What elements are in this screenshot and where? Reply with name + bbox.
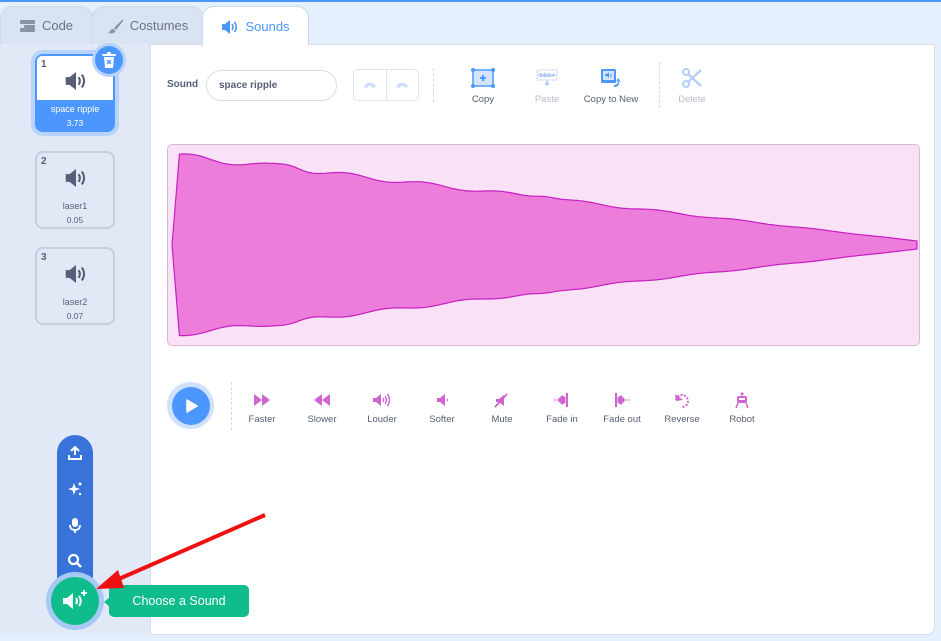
faster-icon	[254, 394, 270, 406]
copy-to-new-label: Copy to New	[583, 94, 639, 105]
waveform-display[interactable]	[167, 144, 920, 346]
toolbar-divider	[659, 62, 660, 108]
paste-icon	[536, 69, 558, 87]
louder-icon	[373, 393, 391, 407]
trash-icon	[102, 52, 116, 68]
tab-code-label: Code	[41, 18, 74, 33]
reverse-icon	[675, 394, 689, 408]
effect-label: Robot	[729, 414, 755, 425]
copy-button[interactable]: Copy	[458, 68, 508, 105]
sound-item-index: 1	[41, 59, 47, 70]
waveform	[171, 153, 918, 337]
effect-label: Faster	[248, 414, 276, 425]
copy-icon	[471, 68, 495, 88]
effect-faster-button[interactable]: Faster	[232, 392, 292, 425]
add-sound-menu	[57, 435, 93, 595]
sound-name-label: Sound	[167, 79, 199, 90]
effect-fade-in-button[interactable]: Fade in	[532, 392, 592, 425]
effect-label: Mute	[491, 414, 513, 425]
sound-item-3[interactable]: 3 laser2 0.07	[35, 247, 115, 325]
speaker-icon	[65, 265, 86, 283]
effect-label: Fade in	[546, 414, 578, 425]
copy-to-new-button[interactable]: Copy to New	[576, 68, 646, 105]
delete-sound-button[interactable]	[95, 46, 123, 74]
tab-costumes-label: Costumes	[129, 18, 189, 33]
effect-slower-button[interactable]: Slower	[292, 392, 352, 425]
speaker-icon	[65, 72, 86, 90]
upload-icon	[68, 445, 82, 460]
paste-label: Paste	[534, 94, 560, 105]
copy-label: Copy	[471, 94, 495, 105]
search-icon	[67, 553, 82, 568]
delete-button[interactable]: Delete	[667, 68, 717, 105]
paste-button[interactable]: Paste	[522, 68, 572, 105]
surprise-button[interactable]	[57, 477, 93, 501]
tab-costumes[interactable]: Costumes	[92, 6, 204, 44]
scissors-icon	[682, 68, 702, 88]
fade-out-icon	[615, 393, 630, 407]
code-icon	[19, 19, 35, 32]
microphone-icon	[69, 518, 81, 533]
effect-reverse-button[interactable]: Reverse	[652, 392, 712, 425]
sound-item-duration: 0.05	[66, 215, 84, 225]
toolbar-divider	[433, 68, 434, 102]
sound-item-name: laser2	[62, 297, 88, 307]
add-sound-icon	[63, 590, 87, 609]
delete-label: Delete	[678, 94, 706, 105]
sound-item-2[interactable]: 2 laser1 0.05	[35, 151, 115, 229]
sound-item-name: space ripple	[50, 104, 100, 114]
effect-label: Slower	[307, 414, 337, 425]
tab-sounds-label: Sounds	[245, 19, 290, 34]
undo-icon	[363, 82, 376, 88]
sound-item-index: 3	[41, 252, 47, 263]
sound-name-input[interactable]	[206, 70, 337, 101]
effect-robot-button[interactable]: Robot	[712, 392, 772, 425]
copy-to-new-icon	[601, 69, 621, 87]
top-accent-bar	[0, 0, 941, 2]
effect-fade-out-button[interactable]: Fade out	[592, 392, 652, 425]
robot-icon	[735, 392, 749, 408]
play-icon	[185, 398, 198, 413]
search-sound-button[interactable]	[57, 549, 93, 573]
play-button[interactable]	[167, 382, 214, 429]
sound-item-name: laser1	[62, 201, 88, 211]
sound-item-index: 2	[41, 156, 47, 167]
speaker-icon	[65, 169, 86, 187]
choose-sound-tooltip: Choose a Sound	[104, 585, 249, 617]
fade-in-icon	[553, 393, 568, 407]
speaker-icon	[222, 19, 238, 34]
effect-louder-button[interactable]: Louder	[352, 392, 412, 425]
undo-redo-group	[353, 69, 419, 101]
tab-sounds[interactable]: Sounds	[202, 6, 309, 46]
softer-icon	[437, 394, 449, 406]
redo-button[interactable]	[385, 70, 419, 100]
redo-icon	[396, 82, 409, 88]
effect-label: Reverse	[664, 414, 700, 425]
effect-label: Softer	[429, 414, 455, 425]
choose-sound-button[interactable]	[51, 577, 99, 625]
upload-sound-button[interactable]	[57, 441, 93, 465]
brush-icon	[107, 18, 123, 33]
tab-code[interactable]: Code	[0, 6, 93, 44]
undo-button[interactable]	[354, 70, 386, 100]
sound-item-duration: 3.73	[66, 118, 84, 128]
effect-mute-button[interactable]: Mute	[472, 392, 532, 425]
sound-item-duration: 0.07	[66, 311, 84, 321]
slower-icon	[314, 394, 330, 406]
effect-label: Fade out	[603, 414, 641, 425]
effect-label: Louder	[367, 414, 397, 425]
waveform-shape	[171, 153, 918, 337]
record-button[interactable]	[57, 513, 93, 537]
sparkle-icon	[68, 482, 82, 496]
mute-icon	[494, 393, 508, 408]
effect-softer-button[interactable]: Softer	[412, 392, 472, 425]
